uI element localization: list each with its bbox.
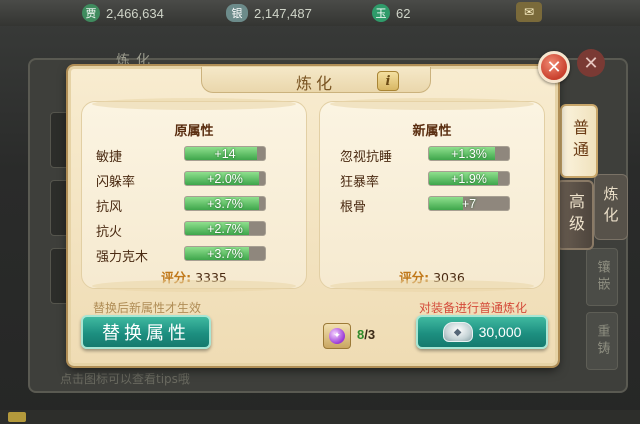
material-slot[interactable]: ✦	[323, 323, 351, 349]
refine-button[interactable]: ◆ 30,000	[416, 315, 548, 349]
attribute-name: 抗火	[96, 225, 123, 240]
refine-cost: 30,000	[478, 324, 522, 340]
material-need: /3	[364, 327, 376, 342]
attribute-name: 闪躲率	[96, 175, 136, 190]
attribute-row: 忽视抗睡 +1.3%	[340, 145, 540, 165]
attribute-row: 抗风 +3.7%	[96, 195, 296, 215]
silver-ingot-icon: 银	[226, 4, 248, 22]
attribute-bar: +2.7%	[184, 221, 266, 236]
silver-resource: 银 2,147,487	[226, 3, 312, 23]
attribute-value: +1.9%	[451, 172, 487, 186]
jade-resource: 玉 62	[372, 3, 410, 23]
attribute-bar: +3.7%	[184, 246, 266, 261]
score-value: 3036	[433, 270, 465, 285]
attribute-value: +2.7%	[207, 222, 243, 236]
attribute-name: 敏捷	[96, 150, 123, 165]
score-label: 评分:	[161, 270, 192, 285]
attribute-value: +2.0%	[207, 172, 243, 186]
bottom-mark	[8, 412, 26, 422]
attribute-name: 忽视抗睡	[340, 150, 393, 165]
mail-icon[interactable]: ✉	[516, 2, 542, 22]
coin-icon: 贾	[82, 4, 100, 22]
attribute-row: 敏捷 +14	[96, 145, 296, 165]
score-value: 3335	[195, 270, 227, 285]
attribute-value: +3.7%	[207, 247, 243, 261]
jade-icon: 玉	[372, 4, 390, 22]
silver-ingot-icon: ◆	[442, 322, 473, 342]
background-slot	[50, 248, 70, 304]
tab-refine[interactable]: 炼化	[594, 174, 628, 240]
attribute-value: +7	[461, 197, 477, 211]
score: 评分: 3335	[82, 267, 306, 286]
attribute-bar: +1.3%	[428, 146, 510, 161]
score: 评分: 3036	[320, 267, 544, 286]
panel-title: 新属性	[412, 124, 452, 139]
attribute-bar: +14	[184, 146, 266, 161]
panel-title: 原属性	[174, 124, 214, 139]
attribute-row: 狂暴率 +1.9%	[340, 170, 540, 190]
background-slot	[50, 112, 70, 168]
tab-normal[interactable]: 普通	[560, 104, 598, 178]
attribute-name: 根骨	[340, 200, 367, 215]
refine-dialog: 炼化 i ✕ 原属性 敏捷 +14 闪躲率 +2.0% 抗风 +3.7% 抗火 …	[68, 51, 570, 366]
bottom-bar	[0, 410, 640, 424]
jade-value: 62	[396, 5, 411, 21]
background-slot	[50, 180, 70, 236]
attribute-row: 强力克木 +3.7%	[96, 245, 296, 265]
background-hint: 点击图标可以查看tips哦	[60, 372, 190, 386]
attribute-row: 根骨 +7	[340, 195, 540, 215]
attribute-bar: +3.7%	[184, 196, 266, 211]
silver-value: 2,147,487	[254, 5, 312, 21]
replace-hint: 替换后新属性才生效	[93, 301, 202, 315]
material-count: 8/3	[357, 327, 375, 342]
attribute-bar: +7	[428, 196, 510, 211]
purple-gem-icon: ✦	[329, 328, 345, 344]
resource-bar: 贾 2,466,634 银 2,147,487 玉 62 ✉	[0, 0, 640, 26]
attribute-value: +3.7%	[207, 197, 243, 211]
refine-hint: 对装备进行普通炼化	[419, 301, 528, 315]
tab-advanced[interactable]: 高级	[556, 180, 594, 250]
new-attributes-panel: 新属性 忽视抗睡 +1.3% 狂暴率 +1.9% 根骨 +7 评分: 3036	[319, 98, 545, 292]
info-icon[interactable]: i	[377, 71, 399, 91]
original-attributes-panel: 原属性 敏捷 +14 闪躲率 +2.0% 抗风 +3.7% 抗火 +2.7% 强…	[81, 98, 307, 292]
close-button[interactable]: ✕	[538, 51, 570, 83]
replace-attributes-button[interactable]: 替换属性	[81, 315, 211, 349]
coin-resource: 贾 2,466,634	[82, 3, 164, 23]
score-label: 评分:	[399, 270, 430, 285]
attribute-value: +1.3%	[451, 147, 487, 161]
coin-value: 2,466,634	[106, 5, 164, 21]
background-close-icon: ✕	[577, 49, 605, 77]
tab-inlay[interactable]: 镶嵌	[586, 248, 618, 306]
attribute-name: 狂暴率	[340, 175, 380, 190]
attribute-bar: +1.9%	[428, 171, 510, 186]
tab-recast[interactable]: 重铸	[586, 312, 618, 370]
attribute-value: +14	[214, 147, 236, 161]
attribute-bar: +2.0%	[184, 171, 266, 186]
attribute-name: 抗风	[96, 200, 123, 215]
attribute-name: 强力克木	[96, 250, 149, 265]
attribute-row: 闪躲率 +2.0%	[96, 170, 296, 190]
attribute-row: 抗火 +2.7%	[96, 220, 296, 240]
